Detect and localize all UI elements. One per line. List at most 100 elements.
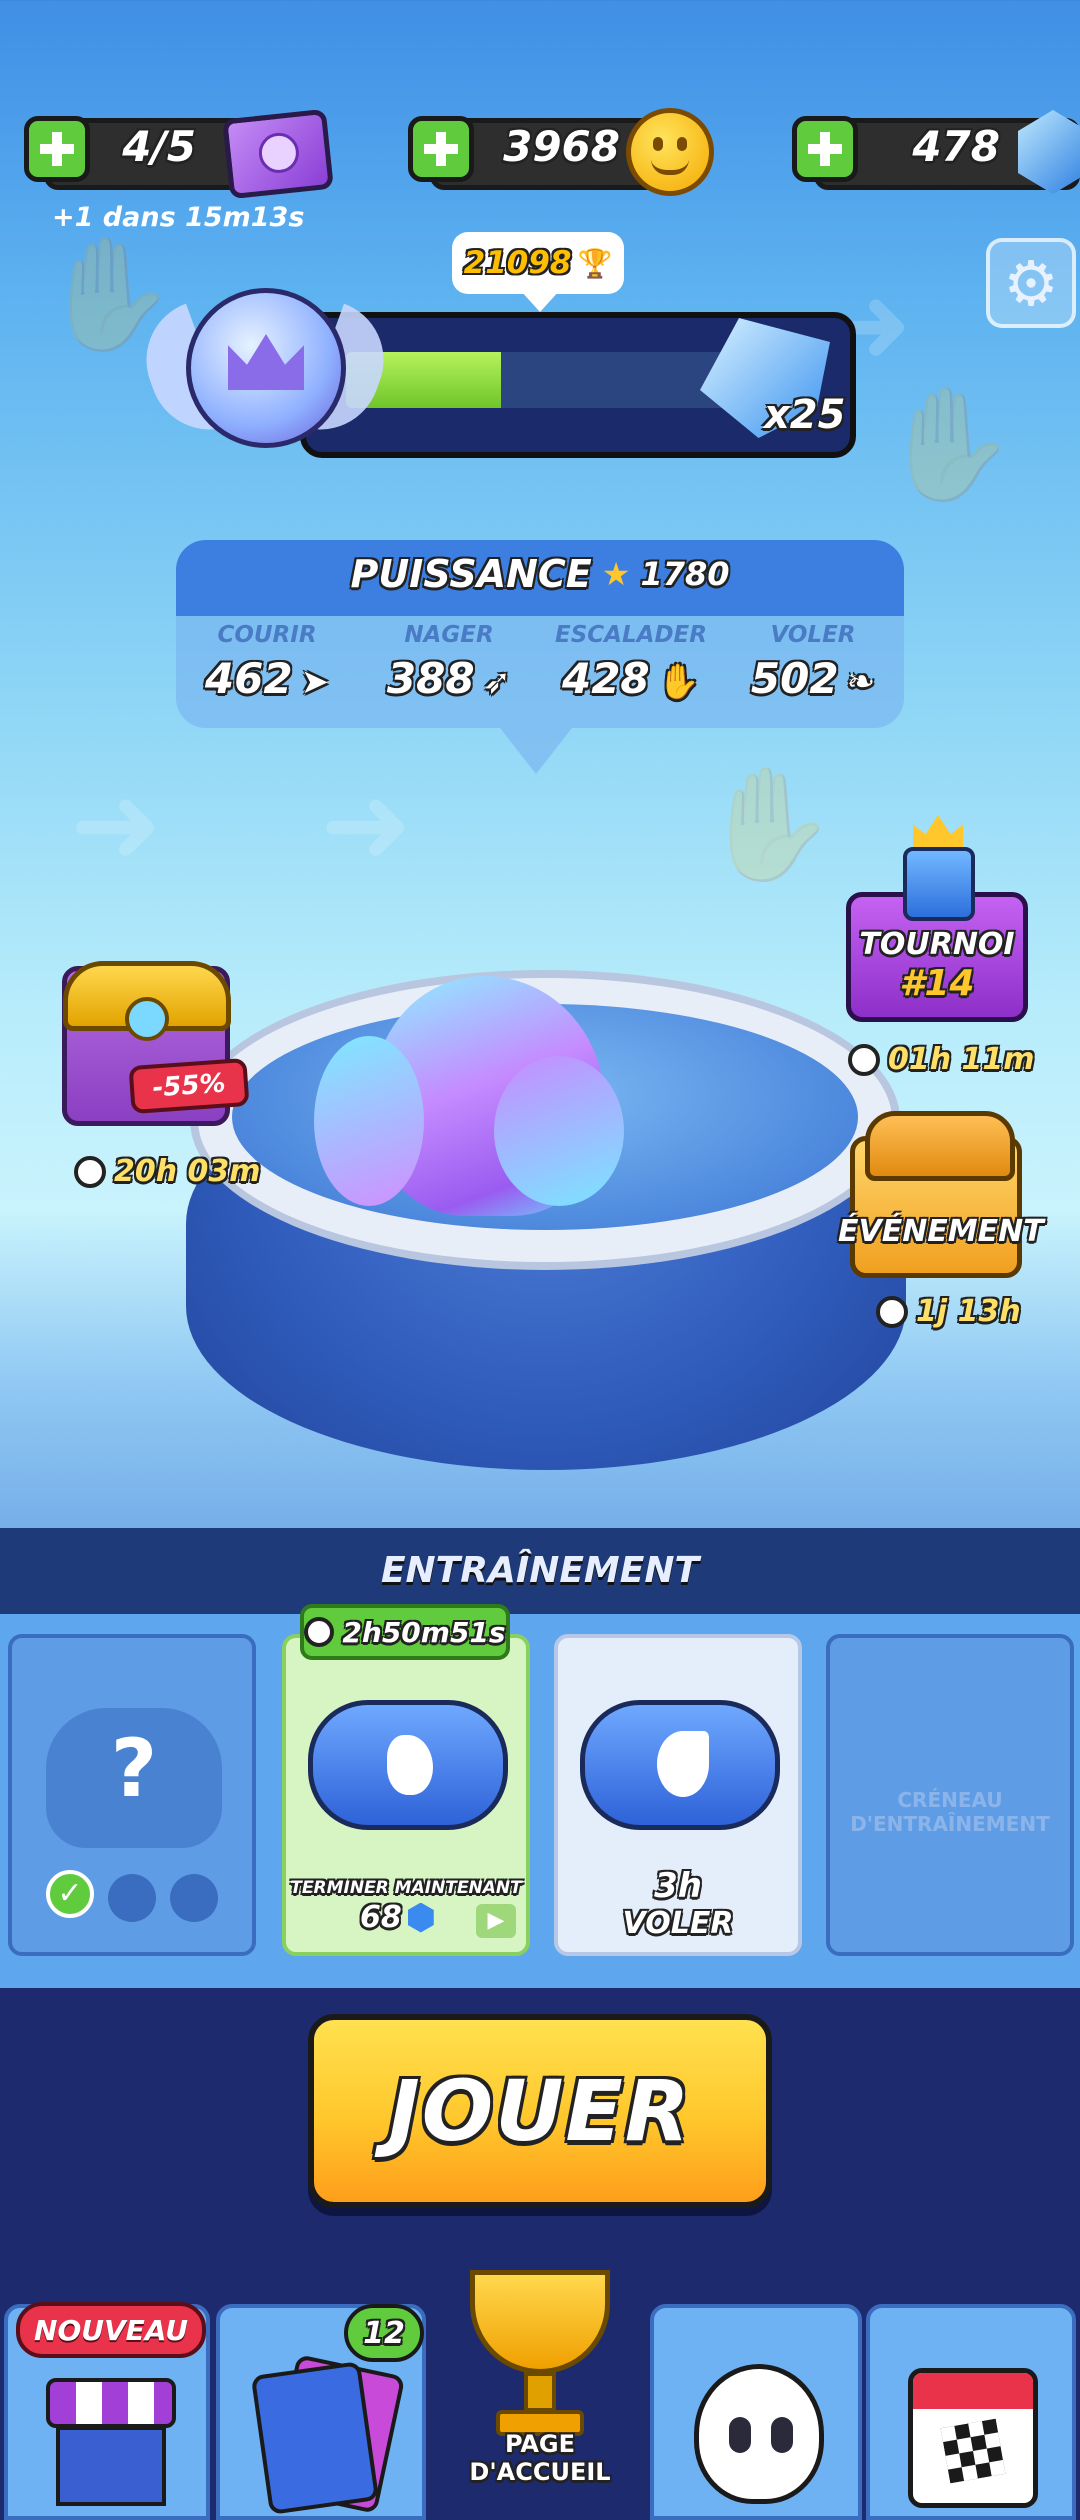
- trophy-icon: 🏆: [577, 246, 613, 280]
- cards-count: 12: [363, 2315, 405, 2351]
- finish-now-label: TERMINER MAINTENANT: [290, 1878, 522, 1898]
- gems-count: 478: [912, 122, 1000, 171]
- nav-events-calendar[interactable]: [866, 2304, 1076, 2520]
- stat-value: 502: [750, 654, 839, 703]
- pattern-icon: ✋: [700, 760, 837, 888]
- stat-run: COURIR 462 ➤: [176, 622, 358, 703]
- coin-icon: [626, 108, 714, 196]
- training-slot-locked[interactable]: ? ✓: [8, 1634, 256, 1956]
- training-title: ENTRAÎNEMENT: [380, 1550, 700, 1591]
- progress-dot: [170, 1874, 218, 1922]
- calendar-icon: [908, 2368, 1038, 2508]
- clock-icon: [74, 1155, 106, 1188]
- swim-icon: ➶: [482, 662, 512, 702]
- discount-label: -55%: [151, 1068, 227, 1104]
- clock-icon: [304, 1617, 335, 1647]
- pattern-icon: ➜: [70, 760, 163, 888]
- play-button-label: JOUER: [388, 2062, 692, 2160]
- cards-count-badge: 12: [344, 2304, 424, 2362]
- home-label: PAGE D'ACCUEIL: [469, 2430, 611, 2486]
- nav-character[interactable]: [650, 2304, 862, 2520]
- add-coins-button[interactable]: [408, 116, 474, 182]
- reward-multiplier: x25: [764, 392, 846, 438]
- tournament-number: #14: [899, 963, 975, 1004]
- home-trophy-icon: [470, 2270, 610, 2374]
- run-icon: ➤: [300, 662, 330, 702]
- ticket-refill-timer: +1 dans 15m13s: [52, 202, 305, 233]
- add-gems-button[interactable]: [792, 116, 858, 182]
- progress-dot: [108, 1874, 156, 1922]
- stat-swim: NAGER 388 ➶: [358, 622, 540, 703]
- add-tickets-button[interactable]: [24, 116, 90, 182]
- training-timer: 2h50m51s: [342, 1615, 506, 1649]
- training-duration: 3h: [654, 1866, 702, 1906]
- climb-icon: ✋: [657, 662, 700, 702]
- mailbox-icon: [865, 1111, 1015, 1181]
- panel-tail: [500, 728, 572, 774]
- coins-count: 3968: [503, 122, 620, 171]
- tournament-timer-text: 01h 11m: [888, 1042, 1035, 1077]
- power-total: 1780: [640, 555, 730, 593]
- chest-timer-text: 20h 03m: [114, 1154, 261, 1189]
- stat-value: 388: [386, 654, 475, 703]
- clock-icon: [848, 1043, 880, 1076]
- fly-bag-icon: [580, 1700, 780, 1830]
- training-slot-fly[interactable]: 3h VOLER: [554, 1634, 802, 1956]
- training-skill: VOLER: [622, 1906, 734, 1941]
- power-header: PUISSANCE ★ 1780: [176, 552, 904, 596]
- chest-timer: 20h 03m: [74, 1154, 261, 1189]
- trophy-count-bubble: 21098 🏆: [452, 232, 624, 294]
- stat-value: 462: [204, 654, 293, 703]
- discount-badge: -55%: [128, 1057, 250, 1115]
- locked-symbol: ?: [110, 1722, 158, 1815]
- gem-icon: [407, 1902, 434, 1933]
- power-stats: COURIR 462 ➤ NAGER 388 ➶ ESCALADER 428 ✋ VO…: [176, 622, 904, 703]
- swim-bag-icon: [308, 1700, 508, 1830]
- tickets-count: 4/5: [122, 122, 196, 171]
- star-icon: ★: [601, 555, 631, 593]
- rank-progress-bar: [346, 352, 766, 408]
- watch-ad-icon[interactable]: ▶: [476, 1904, 516, 1938]
- event-title: ÉVÉNEMENT: [838, 1214, 1044, 1249]
- tournament-title: TOURNOI: [859, 927, 1015, 962]
- play-button[interactable]: JOUER: [308, 2014, 772, 2208]
- power-title: PUISSANCE: [350, 552, 592, 596]
- stat-label: COURIR: [217, 622, 317, 648]
- training-slot-active[interactable]: TERMINER MAINTENANT 68 ▶: [282, 1634, 530, 1956]
- training-timer-badge: 2h50m51s: [300, 1604, 510, 1660]
- event-button[interactable]: [850, 1111, 1022, 1278]
- cards-icon: [250, 2361, 380, 2515]
- finish-cost: 68: [360, 1900, 434, 1935]
- stat-label: NAGER: [404, 622, 494, 648]
- character-icon: [694, 2364, 824, 2504]
- training-slot-empty[interactable]: CRÉNEAU D'ENTRAÎNEMENT: [826, 1634, 1074, 1956]
- ticket-icon: [222, 108, 334, 200]
- tournament-button[interactable]: TOURNOI #14: [846, 815, 1028, 1022]
- stat-climb: ESCALADER 428 ✋: [540, 622, 722, 703]
- rank-badge-icon: [129, 270, 401, 490]
- blob-creature-icon: [314, 976, 664, 1226]
- new-badge: NOUVEAU: [16, 2302, 206, 2358]
- pattern-icon: ✋: [880, 380, 1017, 508]
- stat-label: VOLER: [770, 622, 856, 648]
- clock-icon: [876, 1295, 908, 1328]
- tournament-timer: 01h 11m: [848, 1042, 1035, 1077]
- check-icon: ✓: [46, 1870, 94, 1918]
- bubble-tail: [520, 290, 560, 312]
- event-timer-text: 1j 13h: [916, 1294, 1021, 1329]
- finish-cost-value: 68: [360, 1900, 402, 1935]
- nav-home[interactable]: PAGE D'ACCUEIL: [432, 2260, 648, 2520]
- shop-awning-icon: [46, 2378, 176, 2428]
- stat-label: ESCALADER: [555, 622, 707, 648]
- pattern-icon: ➜: [320, 760, 413, 888]
- trophy-tower-icon: [903, 847, 975, 921]
- training-header: ENTRAÎNEMENT: [0, 1528, 1080, 1614]
- stat-value: 428: [561, 654, 650, 703]
- empty-slot-label: CRÉNEAU D'ENTRAÎNEMENT: [850, 1788, 1050, 1836]
- stat-fly: VOLER 502 ❧: [722, 622, 904, 703]
- new-badge-label: NOUVEAU: [34, 2313, 188, 2347]
- trophy-count: 21098: [463, 245, 572, 281]
- settings-gear-icon[interactable]: ⚙: [986, 238, 1076, 328]
- fly-icon: ❧: [846, 662, 876, 702]
- event-timer: 1j 13h: [876, 1294, 1021, 1329]
